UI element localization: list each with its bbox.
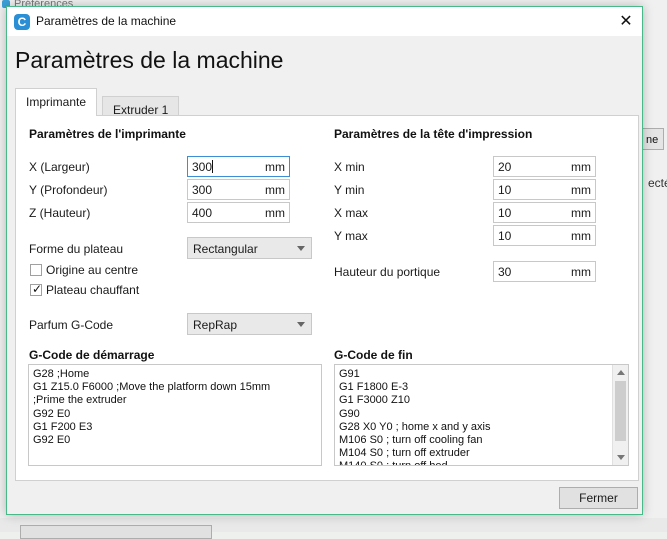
end-gcode-textarea[interactable]: G91 G1 F1800 E-3 G1 F3000 Z10 G90 G28 X0… <box>334 364 629 466</box>
y-min-field[interactable]: 10 mm <box>493 179 596 200</box>
plate-shape-label: Forme du plateau <box>29 242 124 256</box>
gantry-height-field[interactable]: 30 mm <box>493 261 596 282</box>
tab-panel-imprimante: Paramètres de l'imprimante X (Largeur) 3… <box>15 115 639 481</box>
printhead-settings-title: Paramètres de la tête d'impression <box>334 127 533 141</box>
y-max-unit: mm <box>571 229 591 243</box>
gcode-flavor-value: RepRap <box>193 318 238 332</box>
x-width-field[interactable]: 300 mm <box>187 156 290 177</box>
machine-settings-dialog: C Paramètres de la machine ✕ Paramètres … <box>6 6 643 515</box>
gcode-flavor-label: Parfum G-Code <box>29 318 114 332</box>
z-height-label: Z (Hauteur) <box>29 206 91 220</box>
dialog-window-title: Paramètres de la machine <box>36 14 177 28</box>
start-gcode-title: G-Code de démarrage <box>29 348 155 362</box>
close-button[interactable]: Fermer <box>559 487 638 509</box>
background-bottom-button[interactable] <box>20 525 212 539</box>
y-max-label: Y max <box>334 229 368 243</box>
dialog-titlebar: C Paramètres de la machine ✕ <box>7 7 642 36</box>
end-gcode-scrollbar[interactable] <box>612 365 628 465</box>
y-depth-value: 300 <box>192 183 213 197</box>
x-min-field[interactable]: 20 mm <box>493 156 596 177</box>
scroll-down-icon[interactable] <box>617 455 625 460</box>
y-max-field[interactable]: 10 mm <box>493 225 596 246</box>
y-min-value: 10 <box>498 183 512 197</box>
x-min-value: 20 <box>498 160 512 174</box>
x-max-value: 10 <box>498 206 512 220</box>
z-height-field[interactable]: 400 mm <box>187 202 290 223</box>
gantry-height-value: 30 <box>498 265 512 279</box>
text-caret <box>212 160 214 173</box>
y-depth-field[interactable]: 300 mm <box>187 179 290 200</box>
scrollbar-thumb[interactable] <box>615 381 626 441</box>
tab-imprimante[interactable]: Imprimante <box>15 88 98 116</box>
printer-settings-title: Paramètres de l'imprimante <box>29 127 186 141</box>
z-height-value: 400 <box>192 206 213 220</box>
x-width-unit: mm <box>265 160 285 174</box>
z-height-unit: mm <box>265 206 285 220</box>
plate-shape-value: Rectangular <box>193 242 258 256</box>
plate-shape-select[interactable]: Rectangular <box>187 237 312 259</box>
x-max-field[interactable]: 10 mm <box>493 202 596 223</box>
heated-bed-label: Plateau chauffant <box>46 283 140 297</box>
y-max-value: 10 <box>498 229 512 243</box>
chevron-down-icon <box>297 246 305 251</box>
x-min-label: X min <box>334 160 365 174</box>
page-title: Paramètres de la machine <box>15 47 284 73</box>
origin-center-label: Origine au centre <box>46 263 139 277</box>
start-gcode-text: G28 ;Home G1 Z15.0 F6000 ;Move the platf… <box>33 368 271 447</box>
y-min-unit: mm <box>571 183 591 197</box>
background-side-button[interactable]: ne <box>642 128 664 150</box>
scroll-up-icon[interactable] <box>617 370 625 375</box>
gantry-height-unit: mm <box>571 265 591 279</box>
background-side-text: ecté <box>648 176 667 190</box>
heated-bed-checkbox[interactable]: ✓ <box>30 282 43 296</box>
checkmark-icon: ✓ <box>32 282 43 296</box>
x-width-value: 300 <box>192 160 213 174</box>
x-width-label: X (Largeur) <box>29 160 90 174</box>
origin-center-checkbox[interactable] <box>30 264 42 276</box>
close-icon[interactable]: ✕ <box>610 7 642 36</box>
x-max-label: X max <box>334 206 369 220</box>
y-depth-unit: mm <box>265 183 285 197</box>
start-gcode-textarea[interactable]: G28 ;Home G1 Z15.0 F6000 ;Move the platf… <box>28 364 322 466</box>
x-max-unit: mm <box>571 206 591 220</box>
gcode-flavor-select[interactable]: RepRap <box>187 313 312 335</box>
y-min-label: Y min <box>334 183 365 197</box>
gantry-height-label: Hauteur du portique <box>334 265 441 279</box>
end-gcode-text: G91 G1 F1800 E-3 G1 F3000 Z10 G90 G28 X0… <box>339 368 491 465</box>
end-gcode-title: G-Code de fin <box>334 348 413 362</box>
x-min-unit: mm <box>571 160 591 174</box>
chevron-down-icon <box>297 322 305 327</box>
cura-app-icon: C <box>14 14 30 30</box>
y-depth-label: Y (Profondeur) <box>29 183 108 197</box>
